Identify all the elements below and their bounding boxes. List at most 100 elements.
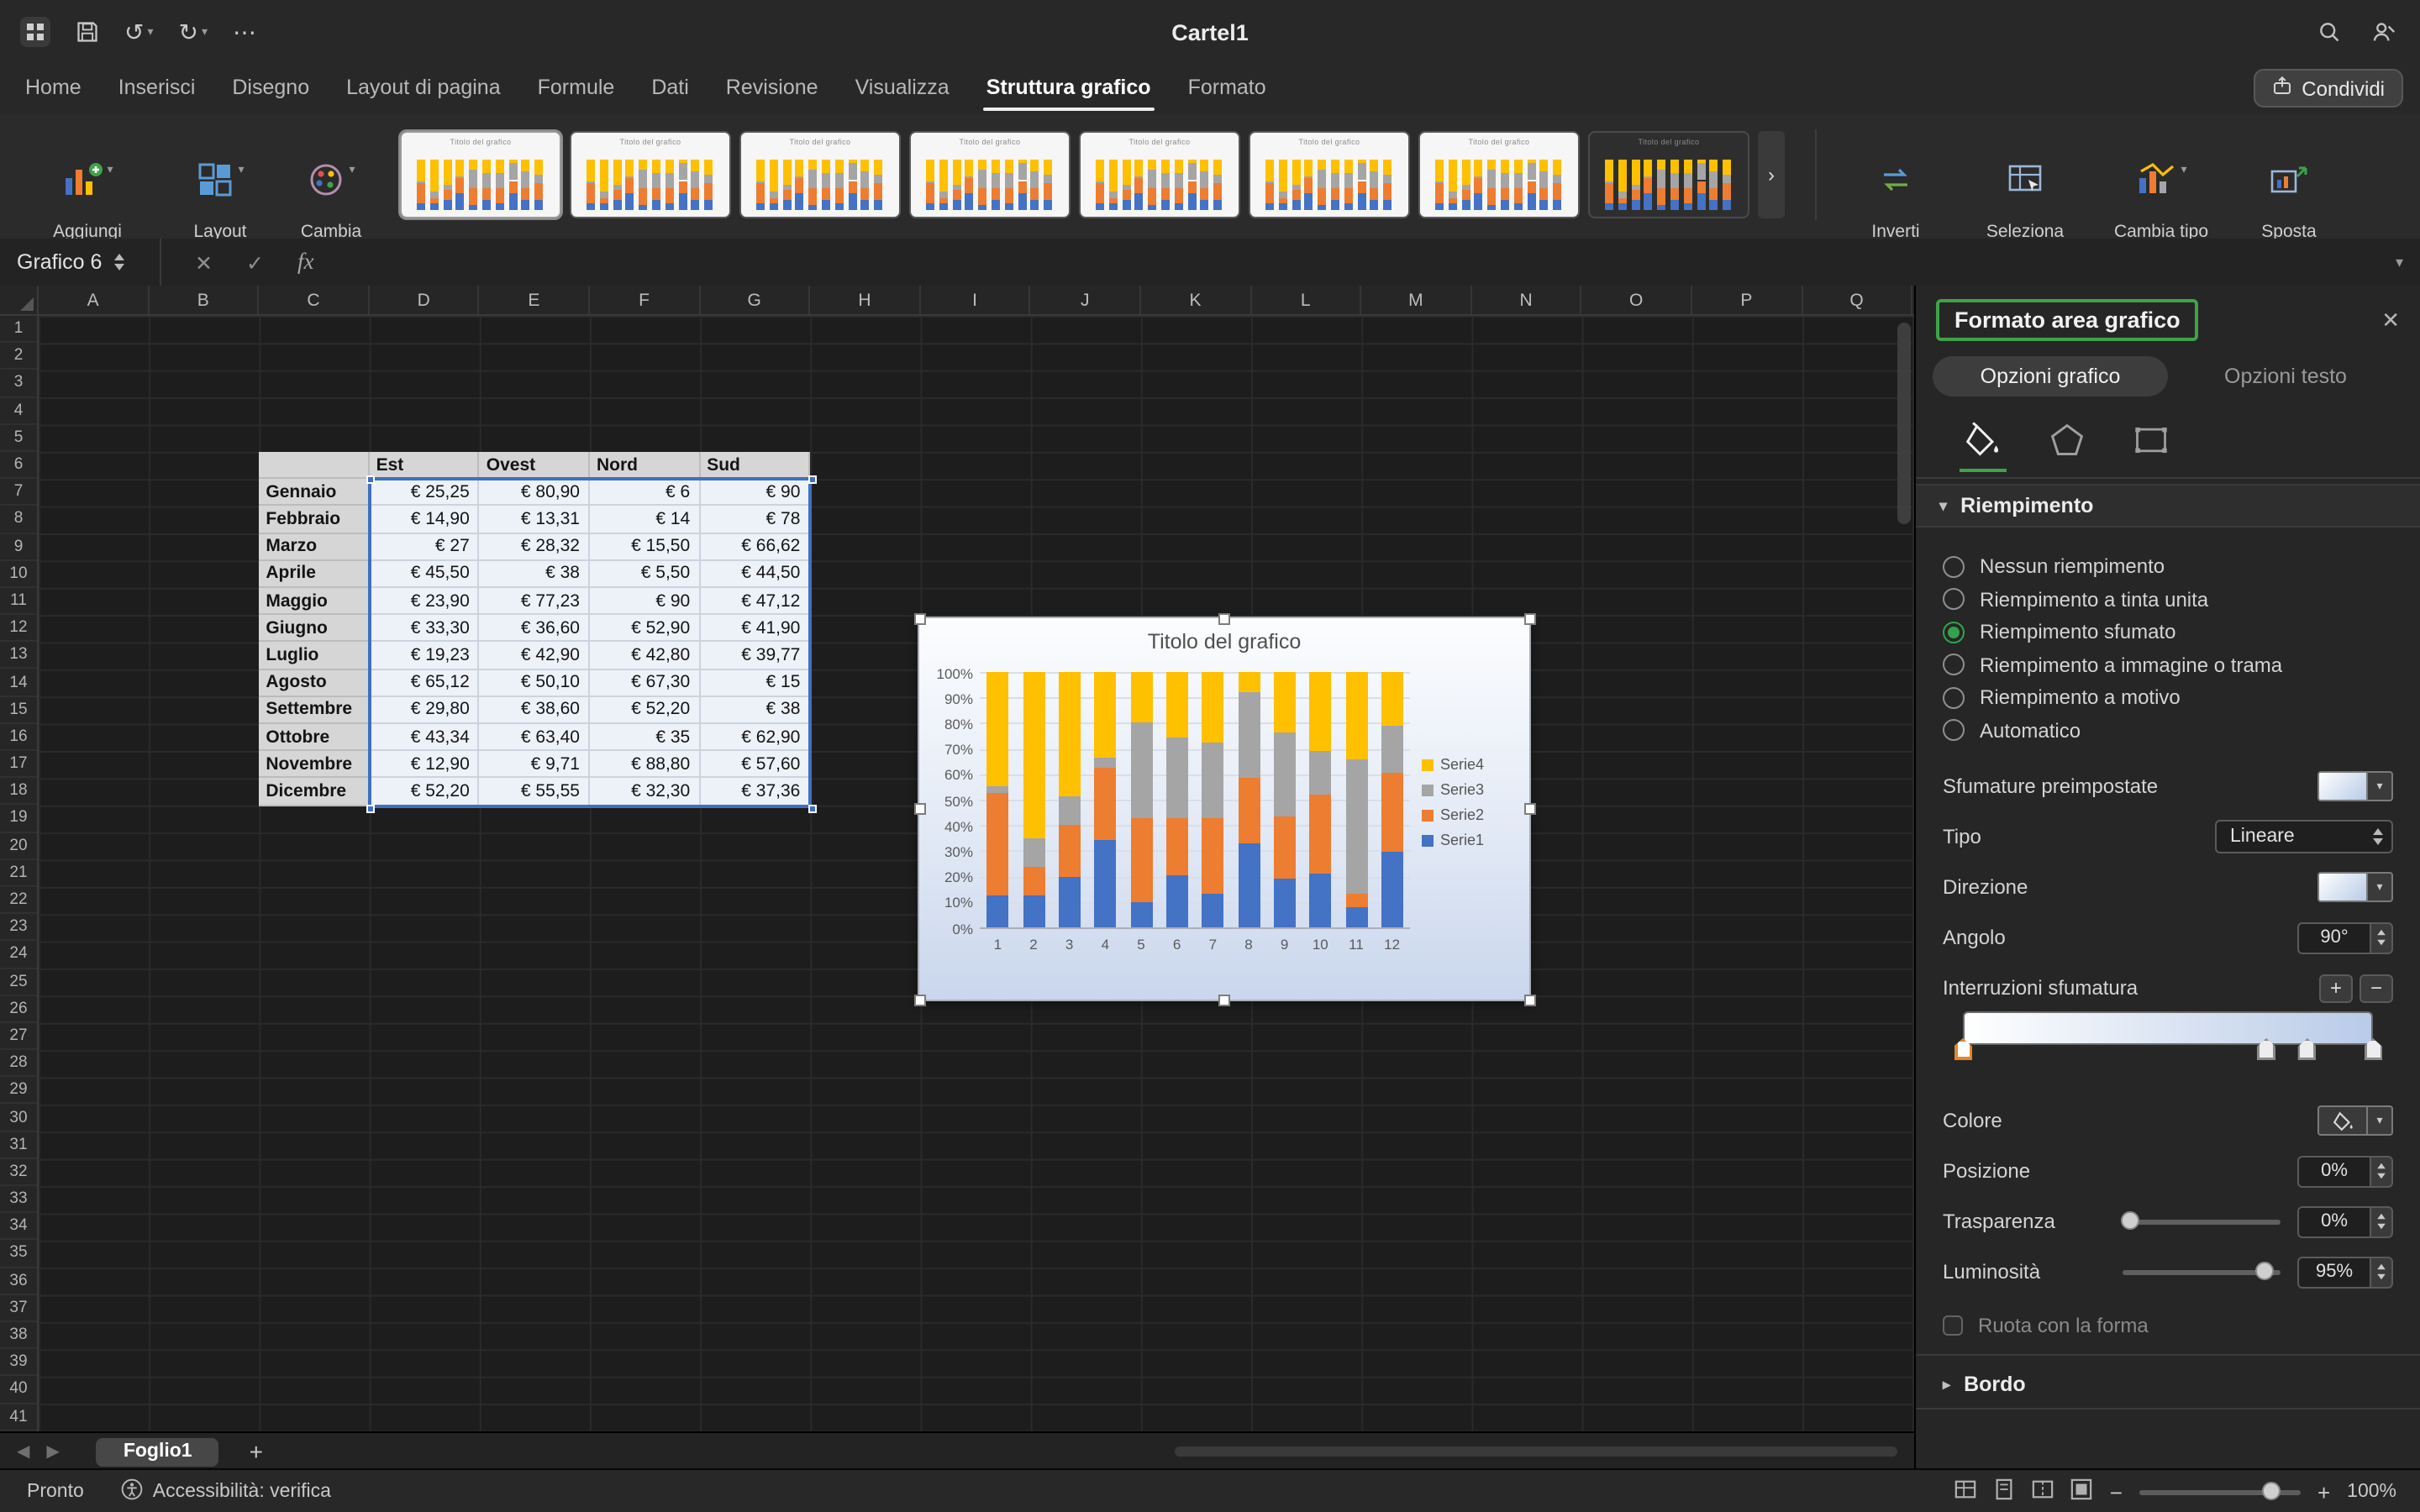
row-header-1[interactable]: 1 — [0, 316, 37, 343]
presence-icon[interactable] — [2371, 19, 2396, 45]
chart-bar-segment-serie4[interactable] — [1202, 672, 1223, 743]
cancel-entry-icon[interactable]: ✕ — [195, 249, 213, 275]
column-header-O[interactable]: O — [1582, 286, 1692, 314]
column-header-J[interactable]: J — [1031, 286, 1141, 314]
chart-bar-segment-serie2[interactable] — [1166, 819, 1188, 876]
legend-item-serie4[interactable]: Serie4 — [1422, 756, 1484, 773]
cell-value[interactable]: € 19,23 — [370, 643, 480, 669]
row-header-41[interactable]: 41 — [0, 1404, 37, 1431]
chart-bar-segment-serie1[interactable] — [1274, 879, 1296, 927]
chart-bar-segment-serie1[interactable] — [1238, 843, 1260, 927]
legend-item-serie3[interactable]: Serie3 — [1422, 781, 1484, 798]
cell-month-label[interactable]: Aprile — [259, 561, 369, 588]
row-header-15[interactable]: 15 — [0, 696, 37, 723]
remove-gradient-stop-button[interactable]: − — [2360, 974, 2393, 1002]
cell-value[interactable]: € 15,50 — [590, 533, 700, 560]
gradient-stops-bar[interactable] — [1963, 1011, 2373, 1045]
transparency-slider[interactable] — [2123, 1219, 2281, 1224]
custom-view-icon[interactable] — [2071, 1478, 2093, 1505]
chart-style-thumbnail-1[interactable]: Titolo del grafico — [400, 131, 561, 218]
chart-bar-segment-serie4[interactable] — [1130, 672, 1152, 722]
chart-bar-segment-serie4[interactable] — [1309, 672, 1331, 750]
row-header-25[interactable]: 25 — [0, 969, 37, 995]
chart-selection-handle[interactable] — [1218, 994, 1230, 1005]
chart-bar-segment-serie3[interactable] — [1381, 726, 1403, 772]
chart-bar-segment-serie4[interactable] — [986, 672, 1008, 785]
row-header-26[interactable]: 26 — [0, 995, 37, 1022]
zoom-out-button[interactable]: − — [2110, 1479, 2123, 1504]
chart-style-thumbnail-3[interactable]: Titolo del grafico — [739, 131, 901, 218]
chart-style-thumbnail-5[interactable]: Titolo del grafico — [1079, 131, 1240, 218]
chart-style-thumbnail-7[interactable]: Titolo del grafico — [1418, 131, 1580, 218]
add-gradient-stop-button[interactable]: + — [2319, 974, 2353, 1002]
horizontal-scrollbar[interactable] — [1175, 1446, 1897, 1457]
column-header-E[interactable]: E — [480, 286, 590, 314]
chart-bar-segment-serie1[interactable] — [1309, 874, 1331, 927]
transparency-stepper[interactable]: 0% — [2297, 1205, 2393, 1237]
ribbon-tab-formato[interactable]: Formato — [1170, 64, 1285, 114]
chart-bar-segment-serie1[interactable] — [1130, 902, 1152, 927]
chart-bar-segment-serie3[interactable] — [1059, 795, 1081, 824]
cell-value[interactable]: € 14 — [590, 507, 700, 533]
chart-selection-handle[interactable] — [913, 803, 925, 815]
fill-option-1[interactable]: Riempimento a tinta unita — [1943, 584, 2393, 614]
legend-item-serie2[interactable]: Serie2 — [1422, 806, 1484, 823]
cell-series-header[interactable]: Ovest — [480, 452, 590, 479]
ribbon-tab-inserisci[interactable]: Inserisci — [100, 64, 214, 114]
chart-selection-handle[interactable] — [1523, 994, 1535, 1005]
row-header-14[interactable]: 14 — [0, 669, 37, 696]
cell-value[interactable]: € 65,12 — [370, 669, 480, 696]
cell-value[interactable]: € 9,71 — [480, 751, 590, 778]
row-header-32[interactable]: 32 — [0, 1159, 37, 1186]
cell-value[interactable]: € 88,80 — [590, 751, 700, 778]
row-header-17[interactable]: 17 — [0, 751, 37, 778]
cell-value[interactable]: € 43,34 — [370, 724, 480, 751]
search-icon[interactable] — [2317, 20, 2341, 44]
fill-option-3[interactable]: Riempimento a immagine o trama — [1943, 649, 2393, 680]
size-properties-icon[interactable] — [2124, 413, 2178, 467]
cell-month-label[interactable]: Agosto — [259, 669, 369, 696]
close-icon[interactable]: ✕ — [2381, 307, 2400, 334]
chart-selection-handle[interactable] — [1218, 612, 1230, 624]
cell-value[interactable]: € 6 — [590, 479, 700, 506]
zoom-in-button[interactable]: + — [2317, 1479, 2330, 1504]
chart-selection-handle[interactable] — [1523, 803, 1535, 815]
cell-value[interactable]: € 28,32 — [480, 533, 590, 560]
row-header-16[interactable]: 16 — [0, 724, 37, 751]
cell-month-label[interactable]: Febbraio — [259, 507, 369, 533]
row-header-35[interactable]: 35 — [0, 1241, 37, 1268]
chart-style-thumbnail-6[interactable]: Titolo del grafico — [1249, 131, 1410, 218]
chart-bar-segment-serie2[interactable] — [1345, 893, 1367, 907]
accessibility-status-label[interactable]: Accessibilità: verifica — [153, 1482, 331, 1502]
ribbon-tab-dati[interactable]: Dati — [633, 64, 707, 114]
chart-bar-segment-serie1[interactable] — [1166, 876, 1188, 927]
chart-bar-segment-serie4[interactable] — [1345, 672, 1367, 759]
chart-bar-segment-serie2[interactable] — [1059, 825, 1081, 878]
radio-icon[interactable] — [1943, 686, 1965, 708]
row-header-3[interactable]: 3 — [0, 370, 37, 397]
rotate-with-shape-checkbox[interactable] — [1943, 1315, 1963, 1336]
cell-month-label[interactable]: Settembre — [259, 697, 369, 724]
radio-icon[interactable] — [1943, 719, 1965, 741]
chart-bar-segment-serie3[interactable] — [1238, 691, 1260, 779]
cell-value[interactable]: € 62,90 — [700, 724, 810, 751]
chart-bar-segment-serie2[interactable] — [1130, 819, 1152, 902]
chart-bar-segment-serie2[interactable] — [1309, 794, 1331, 873]
ribbon-tab-layout-di-pagina[interactable]: Layout di pagina — [328, 64, 519, 114]
chart-bar-segment-serie2[interactable] — [986, 793, 1008, 895]
row-header-23[interactable]: 23 — [0, 914, 37, 941]
gradient-direction-dropdown[interactable]: ▾ — [2317, 872, 2393, 902]
cell-value[interactable]: € 50,10 — [480, 669, 590, 696]
chart-bar-segment-serie4[interactable] — [1238, 672, 1260, 691]
cell-value[interactable]: € 38,60 — [480, 697, 590, 724]
sheet-nav-next-icon[interactable]: ▶ — [46, 1442, 59, 1461]
cell-value[interactable]: € 23,90 — [370, 588, 480, 615]
cell-value[interactable]: € 52,20 — [370, 779, 480, 806]
chart-bar-segment-serie4[interactable] — [1381, 672, 1403, 726]
tab-opzioni-grafico[interactable]: Opzioni grafico — [1933, 356, 2168, 396]
cell-month-label[interactable]: Luglio — [259, 643, 369, 669]
cell-value[interactable]: € 38 — [480, 561, 590, 588]
chart-bar-segment-serie2[interactable] — [1202, 817, 1223, 893]
effects-pentagon-icon[interactable] — [2040, 413, 2094, 467]
column-header-H[interactable]: H — [810, 286, 920, 314]
